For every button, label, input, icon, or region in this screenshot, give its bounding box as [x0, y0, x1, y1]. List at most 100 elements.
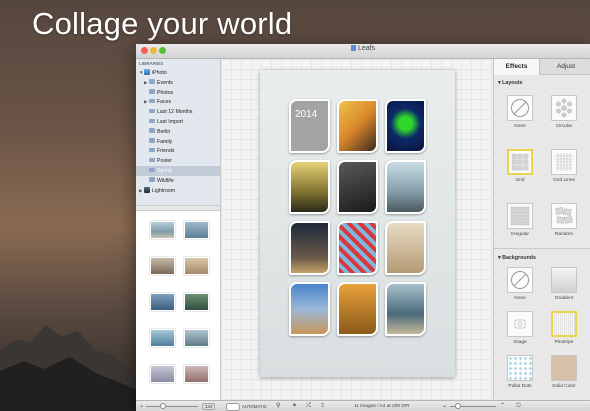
- sidebar-item-iphoto[interactable]: ▼ iPhoto: [136, 68, 220, 78]
- document-icon: [350, 45, 356, 51]
- mountain-backdrop: [0, 325, 140, 411]
- sidebar-item-last-import[interactable]: Last Import: [136, 117, 220, 127]
- background-option-gradient[interactable]: Gradient: [542, 267, 586, 301]
- layouts-header-label: Layouts: [502, 80, 523, 86]
- layout-label: Irregular: [511, 232, 529, 237]
- collage-photo-tile[interactable]: [385, 221, 426, 275]
- folder-icon: [149, 98, 155, 104]
- background-option-image[interactable]: Image: [498, 311, 542, 345]
- magic-wand-icon[interactable]: ✶: [292, 403, 297, 410]
- window-title-text: Leafs: [357, 45, 376, 52]
- status-text: 11 images / A4 at 200 DPI: [354, 404, 410, 409]
- layout-option-grid-lines[interactable]: Grid Lines: [542, 149, 586, 183]
- sidebar-item-family[interactable]: Family: [136, 137, 220, 147]
- collage-photo-tile[interactable]: [337, 99, 378, 153]
- layouts-section-header[interactable]: ▾ Layouts: [498, 80, 522, 86]
- photo-thumbnail[interactable]: [184, 257, 209, 275]
- folder-icon: [149, 138, 155, 143]
- background-label: Pinstripe: [554, 340, 574, 345]
- automatic-toggle[interactable]: [226, 403, 240, 411]
- sidebar-item-label: Faces: [157, 99, 172, 106]
- background-option-solid-color[interactable]: Solid Color: [542, 355, 586, 389]
- app-window: Leafs LIBRARIES ▼ iPhoto ▶ Events Photos ▶ Fac…: [136, 44, 590, 411]
- tab-adjust[interactable]: Adjust: [539, 59, 590, 75]
- sidebar-item-berlin[interactable]: Berlin: [136, 127, 220, 137]
- sidebar-item-label: Spring: [157, 168, 172, 174]
- sidebar-item-lightroom[interactable]: ▶ Lightroom: [136, 186, 220, 196]
- folder-icon: [149, 118, 155, 123]
- layout-option-grid[interactable]: Grid: [498, 149, 542, 183]
- export-icon[interactable]: ⎋: [516, 403, 521, 410]
- sidebar-item-friends[interactable]: Friends: [136, 146, 220, 156]
- sidebar-item-photos[interactable]: Photos: [136, 88, 220, 98]
- grid-lines-layout-icon: [551, 149, 577, 175]
- sidebar-item-events[interactable]: ▶ Events: [136, 78, 220, 88]
- background-label: Polka Dots: [508, 384, 532, 389]
- layout-option-irregular[interactable]: Irregular: [498, 203, 542, 237]
- background-option-polka-dots[interactable]: Polka Dots: [498, 355, 542, 389]
- photo-thumbnail[interactable]: [150, 365, 175, 383]
- collage-photo-tile[interactable]: [289, 160, 330, 214]
- layout-option-circular[interactable]: Circular: [542, 95, 586, 129]
- folder-icon: [149, 157, 155, 163]
- sidebar-item-label: Last 12 Months: [157, 109, 193, 116]
- collage-photo-tile[interactable]: [337, 282, 378, 336]
- sidebar-item-last-12-months[interactable]: Last 12 Months: [136, 107, 220, 117]
- grid-layout-icon: [507, 149, 533, 175]
- photo-thumbnail[interactable]: [150, 257, 175, 275]
- sidebar-item-poster[interactable]: Poster: [136, 156, 220, 166]
- background-label: Solid Color: [552, 384, 576, 389]
- page-zoom-in-icon[interactable]: ⌃: [500, 403, 505, 410]
- layout-option-none[interactable]: None: [498, 95, 542, 129]
- collage-photo-tile[interactable]: [385, 99, 426, 153]
- background-option-pinstripe[interactable]: Pinstripe: [542, 311, 586, 345]
- background-option-none[interactable]: None: [498, 267, 542, 301]
- bottom-toolbar: ⌄ 134 AUTOMATIC ⚲ ✶ ⤮ ⇪ 11 images / A4 a…: [136, 400, 590, 411]
- collage-canvas[interactable]: 2014: [221, 59, 492, 400]
- sidebar-item-faces[interactable]: ▶ Faces: [136, 97, 220, 107]
- collage-tile-title[interactable]: 2014: [289, 99, 330, 153]
- irregular-layout-icon: [507, 203, 533, 229]
- photo-thumbnail[interactable]: [150, 329, 175, 347]
- photo-thumbnail[interactable]: [150, 221, 175, 239]
- tab-effects[interactable]: Effects: [494, 59, 539, 75]
- photo-thumbnail[interactable]: [184, 329, 209, 347]
- backgrounds-section-header[interactable]: ▾ Backgrounds: [498, 255, 536, 261]
- photo-thumbnail[interactable]: [184, 365, 209, 383]
- collage-page[interactable]: 2014: [260, 70, 455, 377]
- folder-icon: [149, 147, 155, 153]
- folder-icon: [149, 128, 155, 133]
- sidebar-item-label: Events: [157, 79, 173, 86]
- page-zoom-knob[interactable]: [455, 403, 461, 409]
- page-zoom-out-icon[interactable]: ⌄: [442, 403, 447, 410]
- photo-thumbnail[interactable]: [184, 221, 209, 239]
- layout-option-random[interactable]: Random: [542, 203, 586, 237]
- sidebar-item-spring[interactable]: Spring: [136, 166, 220, 176]
- sidebar-item-label: Wildlife: [157, 177, 174, 184]
- circular-layout-icon: [551, 95, 577, 121]
- collage-photo-tile[interactable]: [289, 221, 330, 275]
- thumbnail-size-slider[interactable]: [146, 406, 198, 407]
- eyedropper-icon[interactable]: ⚲: [276, 403, 280, 410]
- collage-photo-tile[interactable]: [385, 282, 426, 336]
- collage-photo-tile[interactable]: [337, 160, 378, 214]
- thumbnail-size-knob[interactable]: [160, 403, 166, 409]
- libraries-header: LIBRARIES: [139, 61, 164, 66]
- share-icon[interactable]: ⇪: [320, 403, 325, 410]
- collage-photo-tile[interactable]: [337, 221, 378, 275]
- shuffle-icon[interactable]: ⤮: [306, 403, 311, 410]
- photo-thumbnail[interactable]: [184, 293, 209, 311]
- folder-icon: [149, 89, 155, 94]
- collage-photo-tile[interactable]: [289, 282, 330, 336]
- collage-photo-tile[interactable]: [385, 160, 426, 214]
- photo-thumbnail[interactable]: [150, 293, 175, 311]
- layout-label: Grid Lines: [553, 178, 575, 183]
- layout-label: Circular: [555, 124, 573, 129]
- zoom-out-icon[interactable]: ⌄: [139, 403, 144, 410]
- sidebar-item-label: Last Import: [157, 119, 183, 125]
- sidebar-item-wildlife[interactable]: Wildlife: [136, 176, 220, 186]
- background-label: Gradient: [554, 296, 574, 301]
- sidebar-item-label: Family: [157, 138, 173, 145]
- title-bar[interactable]: Leafs: [136, 44, 590, 59]
- folder-icon: [149, 167, 155, 172]
